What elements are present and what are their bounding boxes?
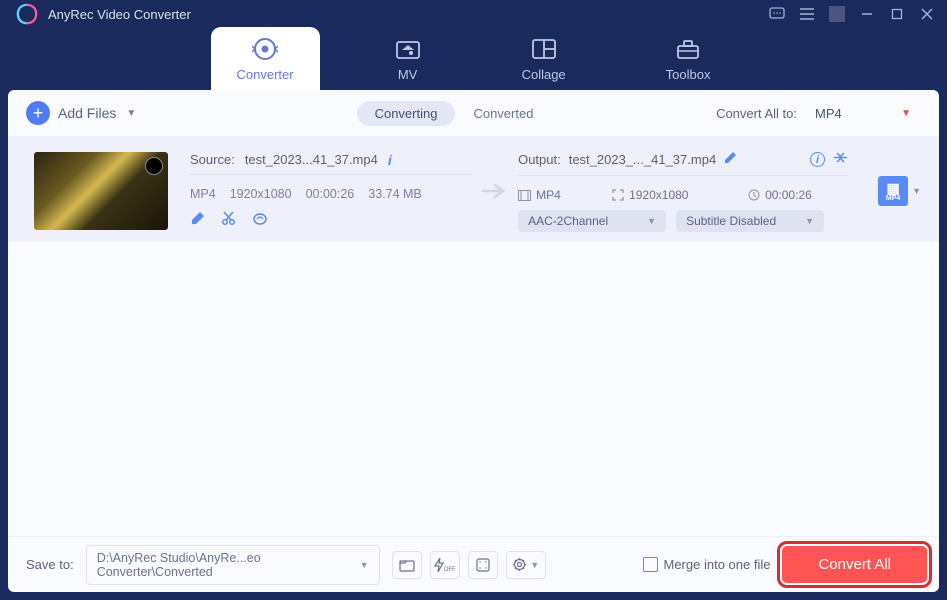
save-to-label: Save to:: [26, 557, 74, 572]
subtitle-value: Subtitle Disabled: [686, 214, 776, 228]
convert-all-format-select[interactable]: MP4 ▼: [805, 102, 921, 125]
file-row: Source: test_2023...41_37.mp4 i MP4 1920…: [8, 136, 939, 242]
tab-label: Converter: [237, 67, 294, 82]
output-format-button[interactable]: ▦ MP4 ▼: [878, 176, 921, 206]
main-tabs: Converter MV Collage Toolbox: [0, 28, 947, 90]
video-thumbnail[interactable]: [34, 152, 168, 230]
format-value: MP4: [815, 106, 842, 121]
compress-icon[interactable]: [833, 150, 848, 169]
maximize-icon[interactable]: [889, 6, 905, 22]
chevron-down-icon: ▼: [901, 108, 911, 119]
mv-icon: [394, 37, 422, 61]
tab-label: Toolbox: [666, 67, 711, 82]
rename-icon[interactable]: [724, 151, 737, 168]
out-resolution-cell: 1920x1080: [612, 188, 742, 202]
toolbar: + Add Files ▼ Converting Converted Conve…: [8, 90, 939, 136]
source-size: 33.74 MB: [368, 187, 422, 201]
audio-select[interactable]: AAC-2Channel ▼: [518, 210, 666, 232]
workspace: + Add Files ▼ Converting Converted Conve…: [8, 90, 939, 592]
source-duration: 00:00:26: [306, 187, 355, 201]
save-path-value: D:\AnyRec Studio\AnyRe...eo Converter\Co…: [97, 551, 360, 579]
output-block: Output: test_2023_..._41_37.mp4 i MP4 19…: [518, 150, 848, 232]
task-schedule-button[interactable]: [468, 551, 498, 579]
chevron-down-icon: ▼: [530, 560, 539, 570]
save-path-select[interactable]: D:\AnyRec Studio\AnyRe...eo Converter\Co…: [86, 545, 380, 585]
close-icon[interactable]: [919, 6, 935, 22]
source-resolution: 1920x1080: [230, 187, 292, 201]
minimize-icon[interactable]: [859, 6, 875, 22]
chevron-down-icon: ▼: [360, 560, 369, 570]
merge-label: Merge into one file: [664, 557, 771, 572]
chevron-down-icon: ▼: [912, 186, 921, 196]
plus-icon: +: [26, 101, 50, 125]
subtitle-select[interactable]: Subtitle Disabled ▼: [676, 210, 824, 232]
toolbox-icon: [674, 37, 702, 61]
divider: [829, 6, 845, 22]
info-icon[interactable]: i: [388, 152, 392, 168]
footer: Save to: D:\AnyRec Studio\AnyRe...eo Con…: [8, 536, 939, 592]
source-block: Source: test_2023...41_37.mp4 i MP4 1920…: [168, 152, 472, 231]
source-label: Source:: [190, 152, 235, 167]
source-filename: test_2023...41_37.mp4: [245, 152, 378, 167]
edit-icon[interactable]: [190, 211, 205, 231]
titlebar: AnyRec Video Converter: [0, 0, 947, 28]
convert-all-button[interactable]: Convert All: [782, 546, 927, 583]
app-logo: [16, 3, 38, 25]
chevron-down-icon: ▼: [126, 108, 136, 119]
hardware-accel-button[interactable]: OFF: [430, 551, 460, 579]
output-filename: test_2023_..._41_37.mp4: [569, 152, 716, 167]
chevron-down-icon: ▼: [647, 216, 656, 226]
converter-icon: [251, 37, 279, 61]
divider: [190, 174, 472, 175]
merge-checkbox[interactable]: Merge into one file: [643, 557, 771, 572]
arrow-icon: [478, 179, 512, 203]
add-files-button[interactable]: + Add Files ▼: [26, 101, 136, 125]
format-badge-icon: ▦ MP4: [878, 176, 908, 206]
tab-collage[interactable]: Collage: [496, 27, 592, 90]
feedback-icon[interactable]: [769, 6, 785, 22]
out-format-cell: MP4: [518, 188, 606, 202]
convert-all-to-label: Convert All to:: [716, 106, 797, 121]
menu-icon[interactable]: [799, 6, 815, 22]
add-files-label: Add Files: [58, 105, 116, 121]
app-title: AnyRec Video Converter: [48, 7, 769, 22]
chevron-down-icon: ▼: [805, 216, 814, 226]
collage-icon: [530, 37, 558, 61]
cut-icon[interactable]: [221, 211, 236, 231]
audio-value: AAC-2Channel: [528, 214, 608, 228]
out-duration-cell: 00:00:26: [748, 188, 842, 202]
tab-label: Collage: [522, 67, 566, 82]
source-format: MP4: [190, 187, 216, 201]
info-icon[interactable]: i: [810, 152, 825, 167]
open-folder-button[interactable]: [392, 551, 422, 579]
checkbox-icon: [643, 557, 658, 572]
file-list: Source: test_2023...41_37.mp4 i MP4 1920…: [8, 136, 939, 536]
tab-toolbox[interactable]: Toolbox: [640, 27, 737, 90]
settings-button[interactable]: ▼: [506, 551, 546, 579]
tab-converting[interactable]: Converting: [357, 101, 456, 126]
enhance-icon[interactable]: [252, 211, 268, 231]
tab-mv[interactable]: MV: [368, 27, 448, 90]
divider: [518, 175, 848, 176]
output-label: Output:: [518, 152, 561, 167]
tab-converter[interactable]: Converter: [211, 27, 320, 90]
tab-converted[interactable]: Converted: [455, 101, 551, 126]
tab-label: MV: [398, 67, 418, 82]
